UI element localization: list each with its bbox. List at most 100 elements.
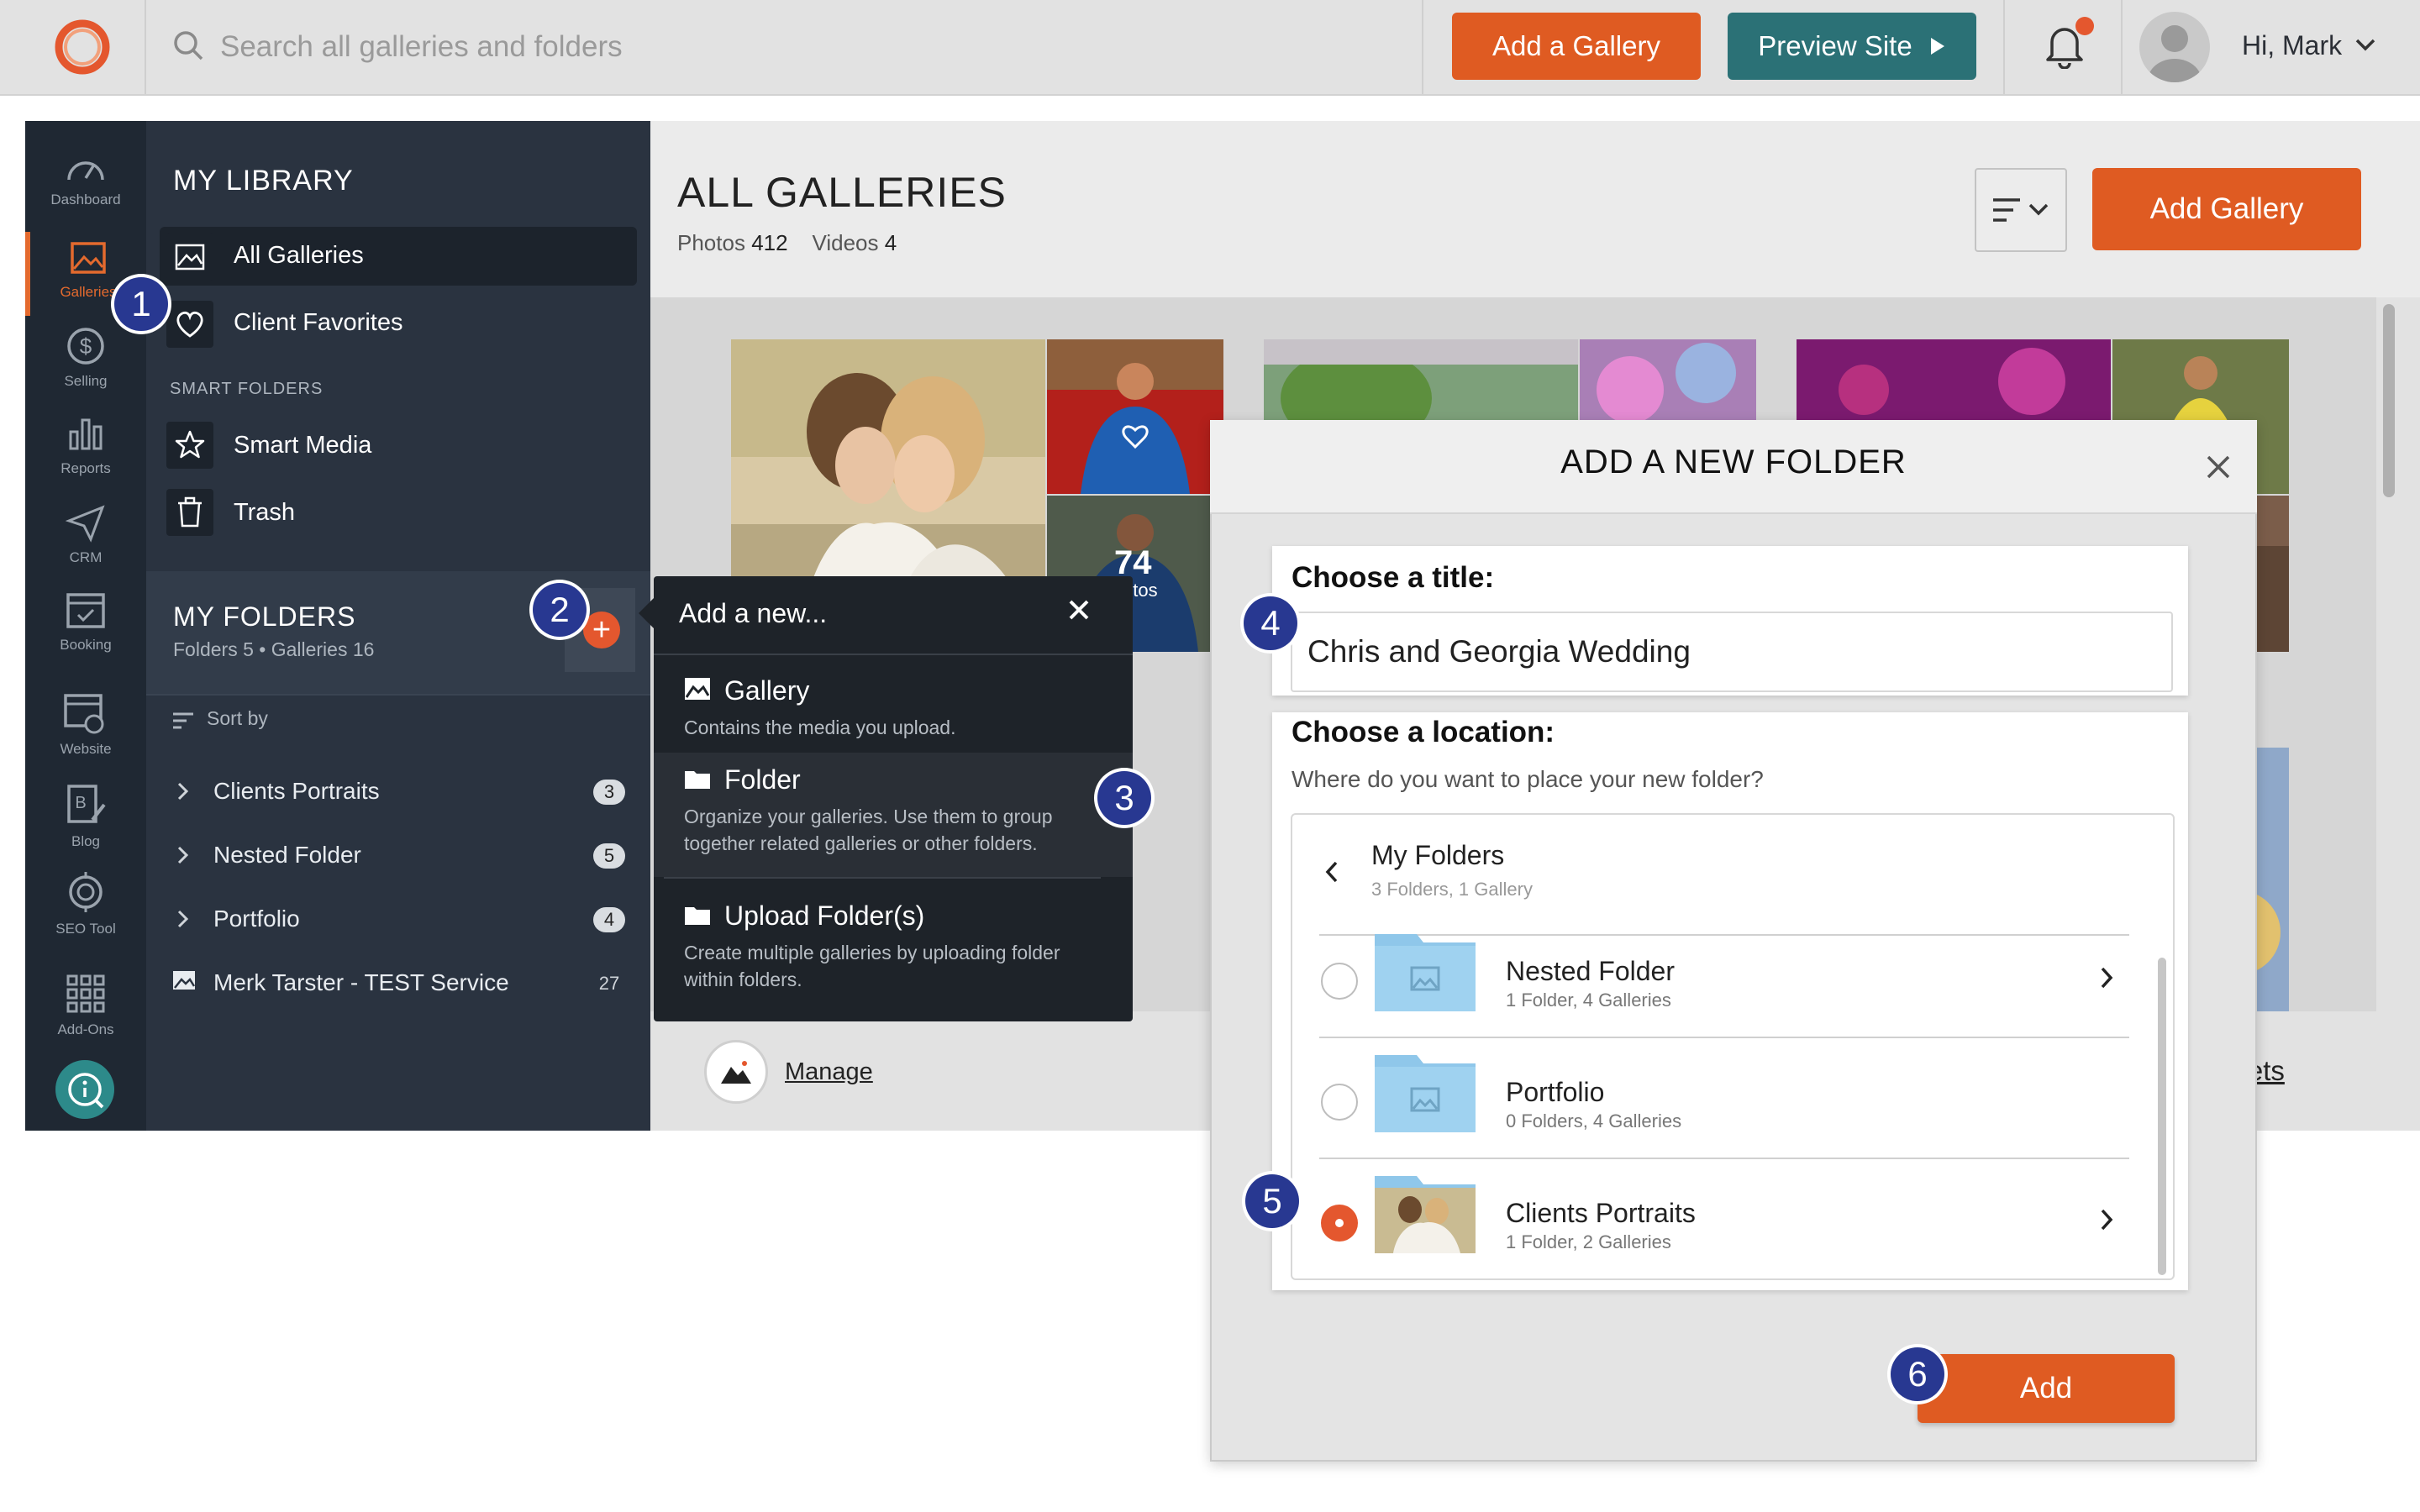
folder-item-nested-folder[interactable]: Nested Folder 5 (146, 825, 650, 887)
image-icon (171, 969, 197, 991)
star-icon[interactable] (166, 422, 213, 469)
popover-option-upload-folders[interactable]: Upload Folder(s) Create multiple galleri… (654, 894, 1133, 1011)
folder-item-gallery[interactable]: Merk Tarster - TEST Service 27 (146, 953, 650, 1015)
nav-label: Add-Ons (57, 1021, 114, 1037)
chevron-right-icon[interactable] (176, 845, 190, 865)
divider (654, 654, 1133, 655)
divider (145, 0, 146, 94)
add-gallery-button[interactable]: Add Gallery (2092, 168, 2361, 250)
nav-add-ons[interactable]: Add-Ons (25, 966, 146, 1050)
nav-seo-tool[interactable]: SEO Tool (25, 864, 146, 948)
calendar-icon (65, 588, 107, 630)
gallery-thumbnail[interactable] (1047, 339, 1223, 494)
media-counts: Photos 412 Videos 4 (677, 230, 897, 256)
location-subtitle: 1 Folder, 2 Galleries (1506, 1231, 1671, 1252)
chevron-right-icon[interactable] (176, 781, 190, 801)
library-item-client-favorites[interactable]: Client Favorites (234, 309, 402, 337)
popover-option-folder[interactable]: Folder Organize your galleries. Use them… (654, 758, 1133, 875)
close-icon[interactable] (1062, 593, 1096, 627)
sort-dropdown-button[interactable] (1975, 168, 2067, 252)
folder-item-clients-portraits[interactable]: Clients Portraits 3 (146, 761, 650, 823)
popover-option-desc: Create multiple galleries by uploading f… (684, 942, 1060, 990)
radio-button-selected[interactable] (1321, 1205, 1358, 1242)
blog-icon: B (64, 783, 108, 827)
help-button[interactable] (55, 1060, 114, 1119)
nav-label: Blog (71, 833, 101, 849)
heart-icon[interactable] (166, 301, 213, 348)
manage-link[interactable]: Manage (785, 1058, 873, 1086)
trash-icon[interactable] (166, 489, 213, 536)
nav-dashboard[interactable]: Dashboard (25, 144, 146, 228)
icon-sidebar: Dashboard Galleries $ Selling Reports CR… (25, 121, 146, 1131)
speedometer-icon (64, 151, 108, 185)
mountain-icon[interactable] (704, 1040, 768, 1104)
add-label: Add (2019, 1372, 2073, 1404)
folder-title-input[interactable] (1291, 612, 2173, 692)
popover-option-desc: Organize your galleries. Use them to gro… (684, 806, 1053, 854)
photos-label: Photos (677, 230, 745, 255)
popover-title: Add a new... (679, 598, 828, 628)
folder-icon (684, 904, 711, 926)
location-name: Nested Folder (1506, 956, 1675, 986)
chevron-right-icon[interactable] (2099, 1208, 2114, 1231)
folder-count-badge: 3 (593, 780, 625, 805)
divider (1422, 0, 1423, 94)
library-item-trash[interactable]: Trash (234, 499, 295, 527)
popover-option-title: Gallery (724, 675, 810, 706)
add-button[interactable]: Add (1918, 1354, 2175, 1423)
location-option-clients-portraits[interactable]: Clients Portraits 1 Folder, 2 Galleries (1319, 1161, 2128, 1278)
folder-count: 27 (598, 973, 620, 994)
chevron-down-icon[interactable] (2354, 37, 2376, 52)
folder-item-portfolio[interactable]: Portfolio 4 (146, 889, 650, 951)
nav-website[interactable]: Website (25, 685, 146, 769)
gallery-thumbnail[interactable] (1580, 339, 1756, 423)
grid-icon (65, 973, 107, 1015)
location-option-nested-folder[interactable]: Nested Folder 1 Folder, 4 Galleries (1319, 919, 2128, 1037)
chevron-right-icon[interactable] (176, 909, 190, 929)
step-marker: 3 (1097, 771, 1151, 825)
scrollbar[interactable] (2158, 958, 2166, 1275)
close-icon[interactable] (2202, 450, 2235, 484)
add-a-gallery-label: Add a Gallery (1492, 30, 1660, 61)
nav-crm[interactable]: CRM (25, 496, 146, 580)
videos-label: Videos (812, 230, 879, 255)
nav-booking[interactable]: Booking (25, 581, 146, 665)
nav-label: Dashboard (50, 192, 121, 207)
user-greeting[interactable]: Hi, Mark (2242, 30, 2342, 61)
nav-reports[interactable]: Reports (25, 407, 146, 491)
chevron-right-icon[interactable] (2099, 966, 2114, 990)
chevron-left-icon[interactable] (1324, 860, 1339, 884)
current-folder-subtitle: 3 Folders, 1 Gallery (1371, 879, 1533, 900)
folder-thumbnail (1373, 1171, 1477, 1255)
folder-count-badge: 5 (593, 843, 625, 869)
scrollbar[interactable] (2383, 304, 2395, 497)
my-folders-title: MY FOLDERS (173, 601, 356, 632)
gallery-thumbnail[interactable] (1264, 339, 1578, 423)
folder-icon (1373, 1050, 1477, 1134)
location-name: Clients Portraits (1506, 1198, 1696, 1228)
avatar[interactable] (2139, 12, 2210, 82)
preview-site-button[interactable]: Preview Site (1728, 13, 1976, 80)
nav-label: Reports (60, 460, 111, 476)
nav-label: Selling (64, 373, 108, 389)
popover-arrow (639, 598, 654, 628)
radio-button[interactable] (1321, 963, 1358, 1000)
search-input[interactable] (218, 20, 1398, 74)
folder-name: Merk Tarster - TEST Service (213, 969, 509, 995)
logo-icon[interactable] (52, 17, 113, 77)
library-item-smart-media[interactable]: Smart Media (234, 432, 371, 459)
radio-button[interactable] (1321, 1084, 1358, 1121)
divider (1319, 1037, 2129, 1038)
add-a-gallery-button[interactable]: Add a Gallery (1452, 13, 1701, 80)
library-item-all-galleries[interactable] (160, 227, 637, 286)
add-new-button[interactable]: + (583, 612, 620, 648)
nav-selling[interactable]: $ Selling (25, 319, 146, 403)
seo-icon (64, 870, 108, 914)
popover-option-gallery[interactable]: Gallery Contains the media you upload. (654, 669, 1133, 753)
folder-name: Portfolio (213, 906, 300, 932)
location-option-portfolio[interactable]: Portfolio 0 Folders, 4 Galleries (1319, 1040, 2128, 1158)
page-title: ALL GALLERIES (677, 169, 1007, 216)
nav-label: Website (60, 741, 112, 757)
nav-blog[interactable]: B Blog (25, 776, 146, 860)
folder-icon (684, 768, 711, 790)
